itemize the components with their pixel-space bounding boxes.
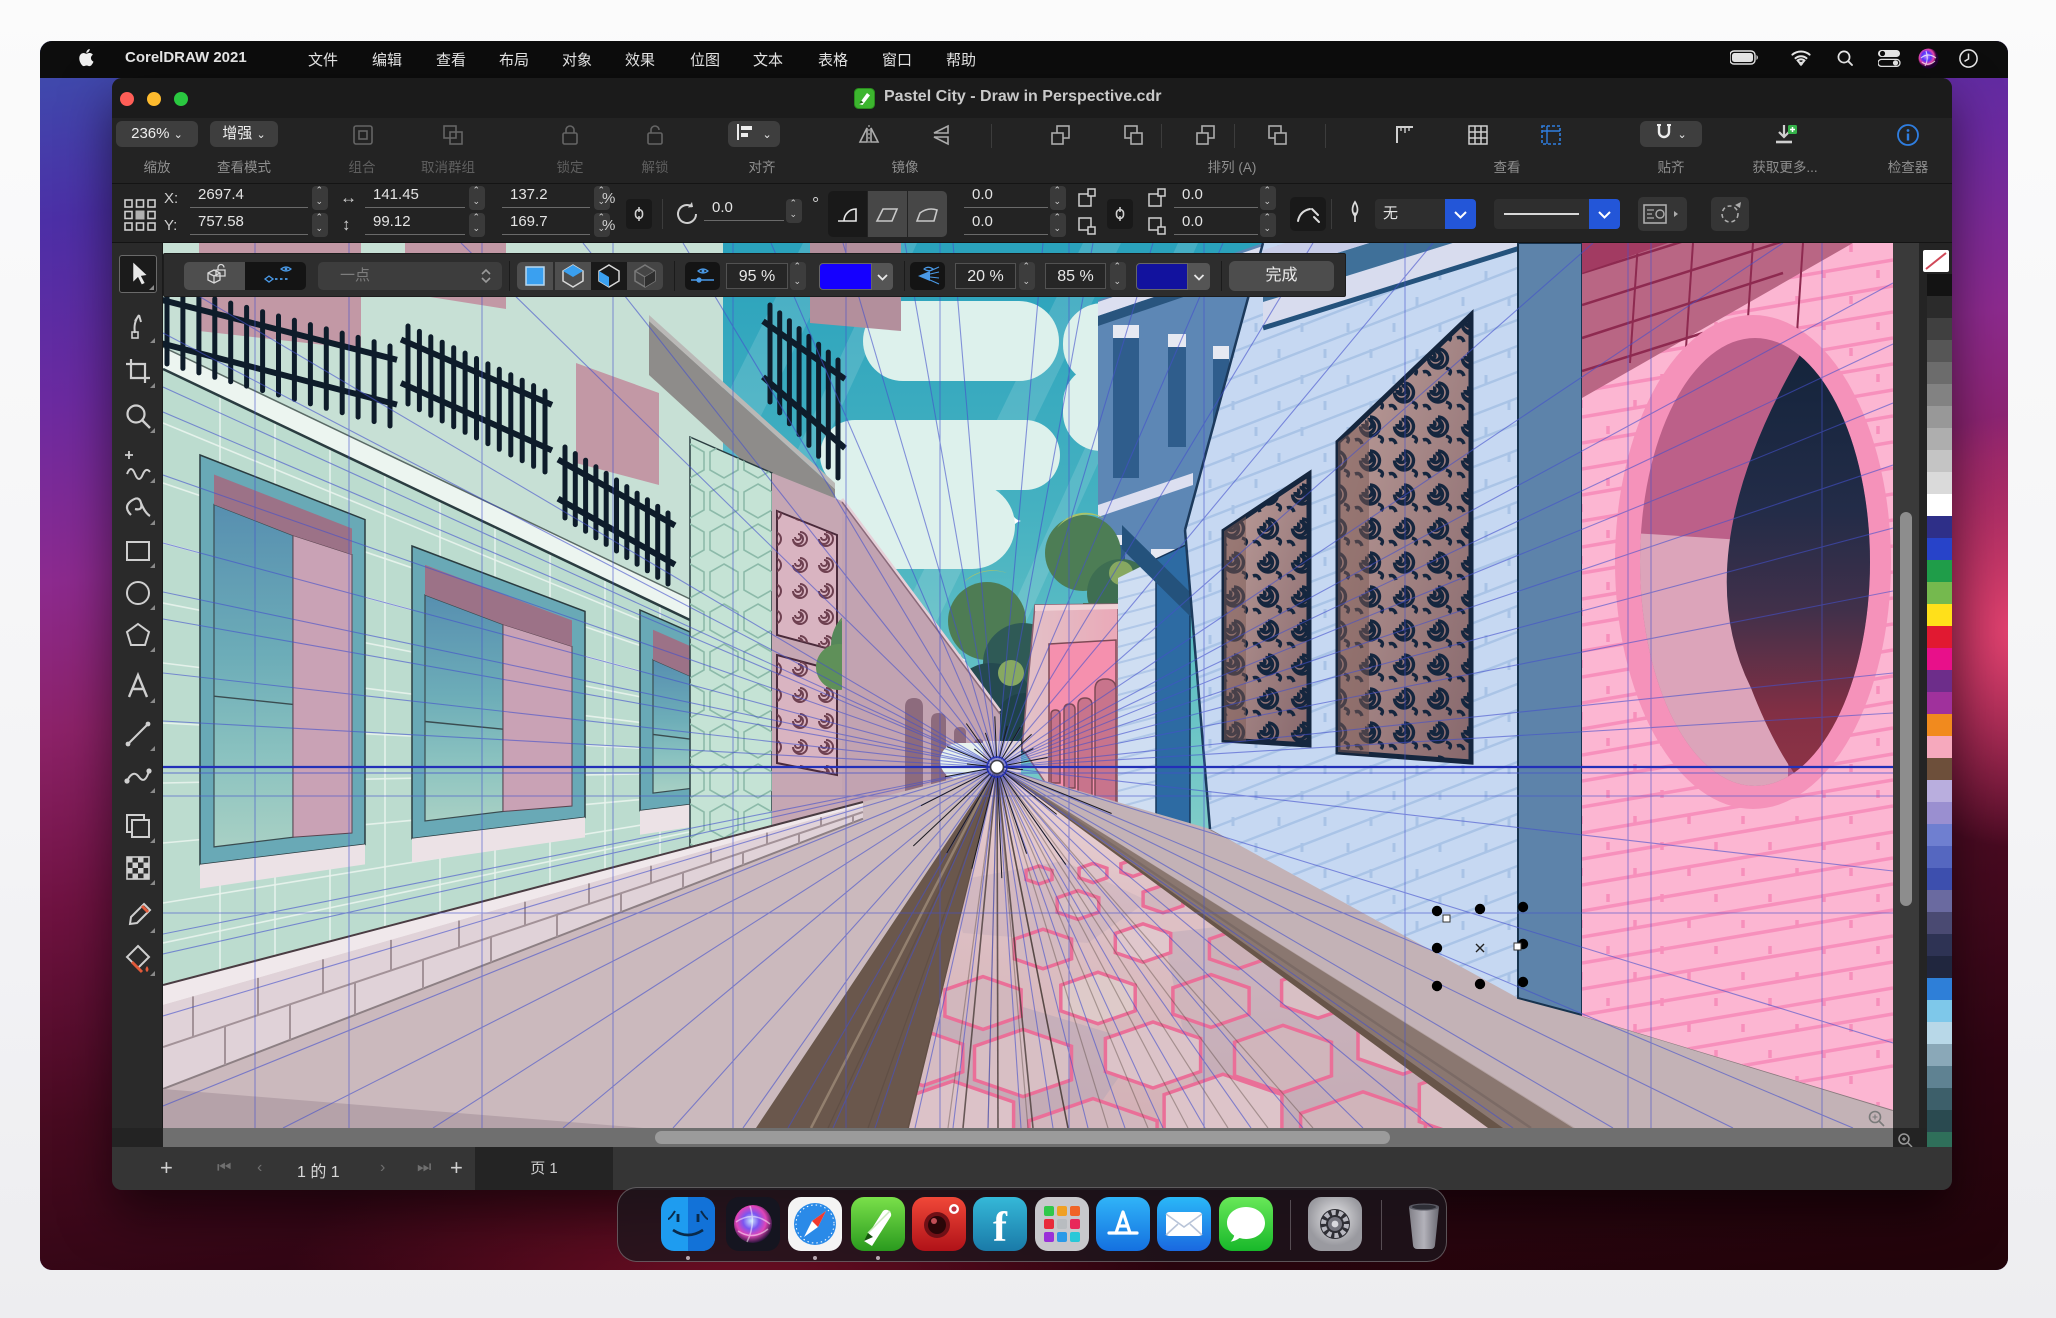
- svg-text:f: f: [993, 1205, 1008, 1251]
